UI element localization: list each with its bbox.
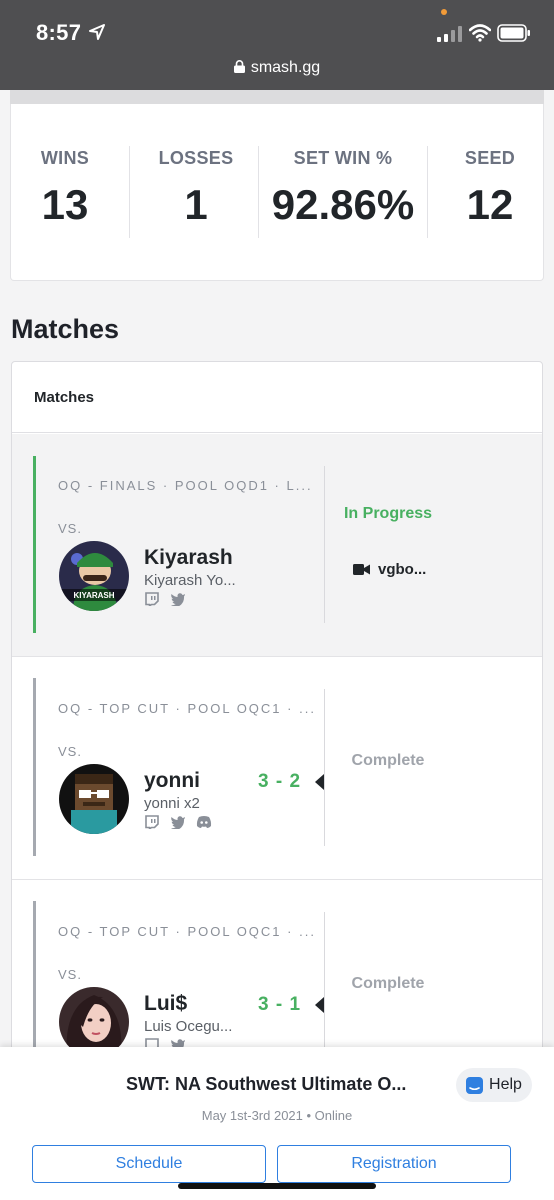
match-status-accent: [33, 456, 36, 633]
match-round: OQ - FINALS · POOL OQD1 · L...: [58, 478, 313, 493]
event-meta: May 1st-3rd 2021 • Online: [201, 1108, 353, 1123]
opponent-real-name: yonni x2: [144, 795, 200, 812]
location-arrow-icon: [89, 24, 105, 40]
match-card[interactable]: OQ - TOP CUT · POOL OQC1 · ... VS. Lui$ …: [12, 880, 542, 1060]
url-text: smash.gg: [250, 59, 321, 76]
stat-value: 12: [466, 181, 514, 228]
opponent-avatar[interactable]: KIYARASH: [59, 541, 129, 611]
schedule-button[interactable]: Schedule: [32, 1145, 266, 1183]
event-title[interactable]: SWT: NA Southwest Ultimate O...: [126, 1074, 436, 1095]
card-header-strip: [10, 90, 544, 104]
match-status: In Progress: [343, 505, 433, 522]
help-button[interactable]: Help: [456, 1068, 532, 1102]
opponent-real-name: Luis Ocegu...: [144, 1018, 233, 1035]
lock-icon: [233, 60, 245, 73]
matches-panel-header: Matches: [12, 362, 542, 433]
wifi-icon: [469, 24, 491, 42]
match-vs: VS.: [58, 744, 82, 759]
opponent-gamer-tag[interactable]: Lui$: [144, 992, 187, 1016]
privacy-indicator-dot: [441, 9, 447, 15]
home-indicator: [178, 1183, 376, 1189]
help-label: Help: [489, 1076, 522, 1093]
video-camera-icon: [353, 564, 370, 575]
battery-icon: [497, 24, 530, 42]
twitch-icon[interactable]: [144, 815, 160, 831]
cellular-signal-icon: [437, 26, 462, 42]
opponent-gamer-tag[interactable]: Kiyarash: [144, 546, 233, 570]
opponent-gamer-tag[interactable]: yonni: [144, 769, 200, 793]
avatar-caption: KIYARASH: [73, 591, 114, 600]
stat-value: 13: [41, 181, 89, 228]
matches-panel: Matches OQ - FINALS · POOL OQD1 · L... V…: [11, 361, 543, 1061]
browser-top-bar: 8:57 smash.gg: [0, 0, 554, 90]
match-status-accent: [33, 901, 36, 1060]
stats-card: WINS 13 LOSSES 1 SET WIN % 92.86% SEED 1…: [10, 104, 544, 281]
score-pointer: [315, 997, 324, 1013]
score-pointer: [315, 774, 324, 790]
match-status: Complete: [351, 752, 425, 769]
stat-seed: SEED 12: [435, 148, 545, 229]
opponent-socials: [144, 815, 212, 831]
match-round: OQ - TOP CUT · POOL OQC1 · ...: [58, 701, 316, 716]
section-title: Matches: [11, 314, 120, 344]
match-score: 3 - 2: [258, 771, 302, 792]
stream-link[interactable]: vgbo...: [353, 561, 426, 578]
twitch-icon[interactable]: [144, 592, 160, 608]
stat-set-win-pct: SET WIN % 92.86%: [259, 148, 427, 229]
match-card[interactable]: OQ - TOP CUT · POOL OQC1 · ... VS. yonni…: [12, 657, 542, 880]
registration-button[interactable]: Registration: [277, 1145, 511, 1183]
match-status: Complete: [351, 975, 425, 992]
twitter-icon[interactable]: [170, 592, 186, 607]
match-vs: VS.: [58, 521, 82, 536]
match-status-accent: [33, 678, 36, 856]
stat-wins: WINS 13: [19, 148, 111, 229]
stat-label: SET WIN %: [293, 148, 393, 168]
stat-value: 1: [184, 181, 208, 228]
twitter-icon[interactable]: [170, 815, 186, 830]
opponent-real-name: Kiyarash Yo...: [144, 572, 236, 589]
match-vs: VS.: [58, 967, 82, 982]
stat-label: SEED: [464, 148, 516, 168]
match-card[interactable]: OQ - FINALS · POOL OQD1 · L... VS. KIYAR…: [12, 434, 542, 657]
opponent-avatar[interactable]: [59, 764, 129, 834]
stat-losses: LOSSES 1: [133, 148, 259, 229]
stat-value: 92.86%: [271, 181, 415, 228]
status-time: 8:57: [36, 20, 82, 45]
discord-icon[interactable]: [196, 815, 212, 829]
match-divider: [324, 466, 325, 623]
stat-divider: [427, 146, 428, 238]
stat-label: WINS: [40, 148, 90, 168]
event-bottom-sheet: SWT: NA Southwest Ultimate O... Help May…: [0, 1047, 554, 1200]
url-bar[interactable]: smash.gg: [0, 59, 554, 77]
stat-label: LOSSES: [158, 148, 234, 168]
match-round: OQ - TOP CUT · POOL OQC1 · ...: [58, 924, 316, 939]
stat-divider: [129, 146, 130, 238]
opponent-socials: [144, 592, 186, 608]
help-chat-icon: [466, 1076, 484, 1094]
stream-name: vgbo...: [378, 561, 427, 578]
match-score: 3 - 1: [258, 994, 302, 1015]
